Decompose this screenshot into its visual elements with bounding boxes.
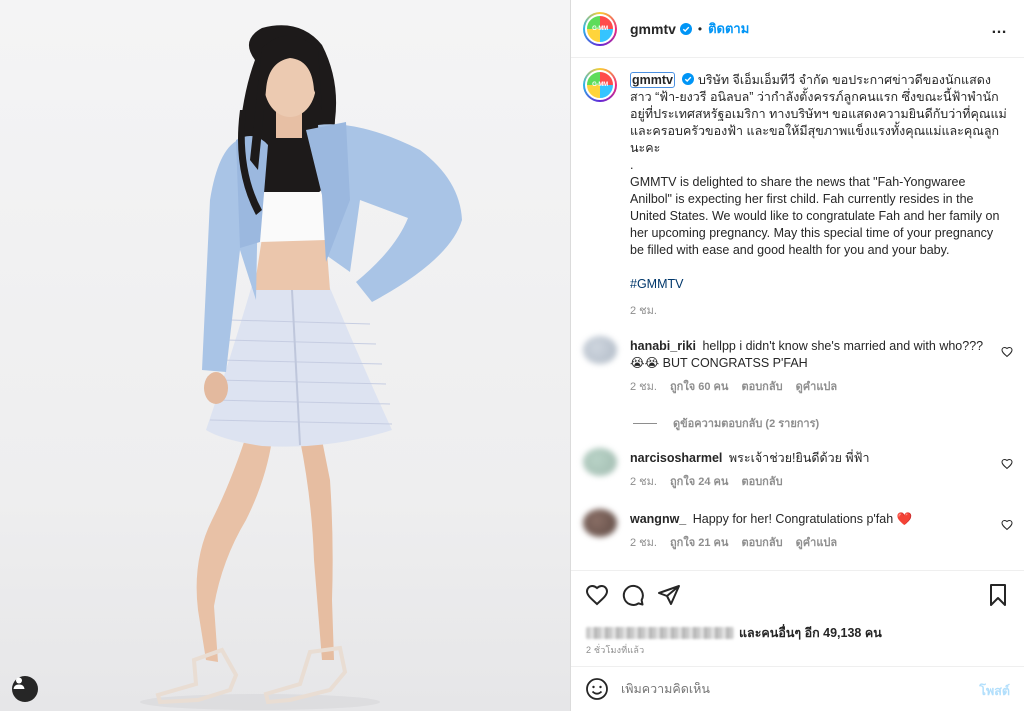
model-illustration: [140, 25, 462, 710]
caption-divider: .: [630, 158, 634, 172]
heart-icon[interactable]: [1001, 346, 1013, 358]
hashtag-link[interactable]: #GMMTV: [630, 276, 1010, 293]
comment-text: Happy for her! Congratulations p'fah ❤️: [692, 512, 913, 526]
comments-section: G-MM gmmtv บริษัท จีเอ็มเอ็มทีวี จำกัด ข…: [571, 58, 1024, 570]
heart-icon[interactable]: [585, 583, 609, 607]
comment-username[interactable]: narcisosharmel: [630, 451, 722, 465]
reply-button[interactable]: ตอบกลับ: [741, 476, 782, 488]
share-icon[interactable]: [657, 583, 681, 607]
heart-icon[interactable]: [1001, 458, 1013, 470]
caption-username[interactable]: gmmtv: [630, 72, 675, 88]
comment-likes[interactable]: ถูกใจ 21 คน: [670, 537, 728, 549]
commenter-avatar[interactable]: [583, 448, 617, 476]
tagged-user-icon[interactable]: [12, 676, 38, 702]
caption-english: GMMTV is delighted to share the news tha…: [630, 175, 1000, 257]
comment-time: 2 ชม.: [630, 476, 657, 488]
verified-icon: [679, 22, 692, 35]
header-username[interactable]: gmmtv: [630, 21, 676, 37]
translate-button[interactable]: ดูคำแปล: [796, 381, 838, 393]
comment-likes[interactable]: ถูกใจ 24 คน: [670, 476, 728, 488]
comment-time: 2 ชม.: [630, 537, 657, 549]
caption-time: 2 ชม.: [630, 305, 657, 317]
separator-dot: •: [697, 21, 703, 36]
view-replies-button[interactable]: ดูข้อความตอบกลับ (2 รายการ): [633, 414, 883, 432]
avatar[interactable]: G-MM: [583, 11, 617, 46]
action-bar: และคนอื่นๆ อีก 49,138 คน 2 ชั่วโมงที่แล้…: [571, 570, 1024, 660]
comment-username[interactable]: hanabi_riki: [630, 339, 696, 353]
post-time-ago: 2 ชั่วโมงที่แล้ว: [586, 645, 645, 655]
comment-likes[interactable]: ถูกใจ 60 คน: [670, 381, 728, 393]
likes-summary[interactable]: และคนอื่นๆ อีก 49,138 คน: [586, 623, 882, 643]
comment-username[interactable]: wangnw_: [630, 512, 686, 526]
caption-text: gmmtv บริษัท จีเอ็มเอ็มทีวี จำกัด ขอประก…: [630, 72, 1010, 320]
verified-icon: [682, 73, 695, 85]
comment-icon[interactable]: [621, 583, 645, 607]
emoji-icon[interactable]: [585, 677, 609, 701]
caption-avatar[interactable]: G-MM: [583, 68, 617, 102]
more-icon[interactable]: …: [991, 20, 1008, 38]
heart-icon[interactable]: [1001, 519, 1013, 531]
reply-button[interactable]: ตอบกลับ: [741, 537, 782, 549]
translate-button[interactable]: ดูคำแปล: [796, 537, 838, 549]
add-comment-bar: โพสต์: [571, 666, 1024, 711]
bookmark-icon[interactable]: [986, 583, 1010, 607]
post-photo: [0, 0, 571, 711]
comment-time: 2 ชม.: [630, 381, 657, 393]
caption-thai: บริษัท จีเอ็มเอ็มทีวี จำกัด ขอประกาศข่าว…: [630, 73, 1007, 155]
commenter-avatar[interactable]: [583, 336, 617, 364]
comment-text: พระเจ้าช่วย!ยินดีด้วย พี่ฟ้า: [728, 451, 870, 465]
reply-button[interactable]: ตอบกลับ: [741, 381, 782, 393]
post-side-panel: G-MM gmmtv • ติดตาม … G-MM gmmtv บริษัท …: [571, 0, 1024, 711]
blurred-usernames: [586, 627, 734, 639]
post-button[interactable]: โพสต์: [979, 681, 1010, 701]
follow-button[interactable]: ติดตาม: [708, 18, 749, 39]
comment-input[interactable]: [621, 682, 951, 696]
post-header: G-MM gmmtv • ติดตาม …: [571, 0, 1024, 58]
commenter-avatar[interactable]: [583, 509, 617, 537]
